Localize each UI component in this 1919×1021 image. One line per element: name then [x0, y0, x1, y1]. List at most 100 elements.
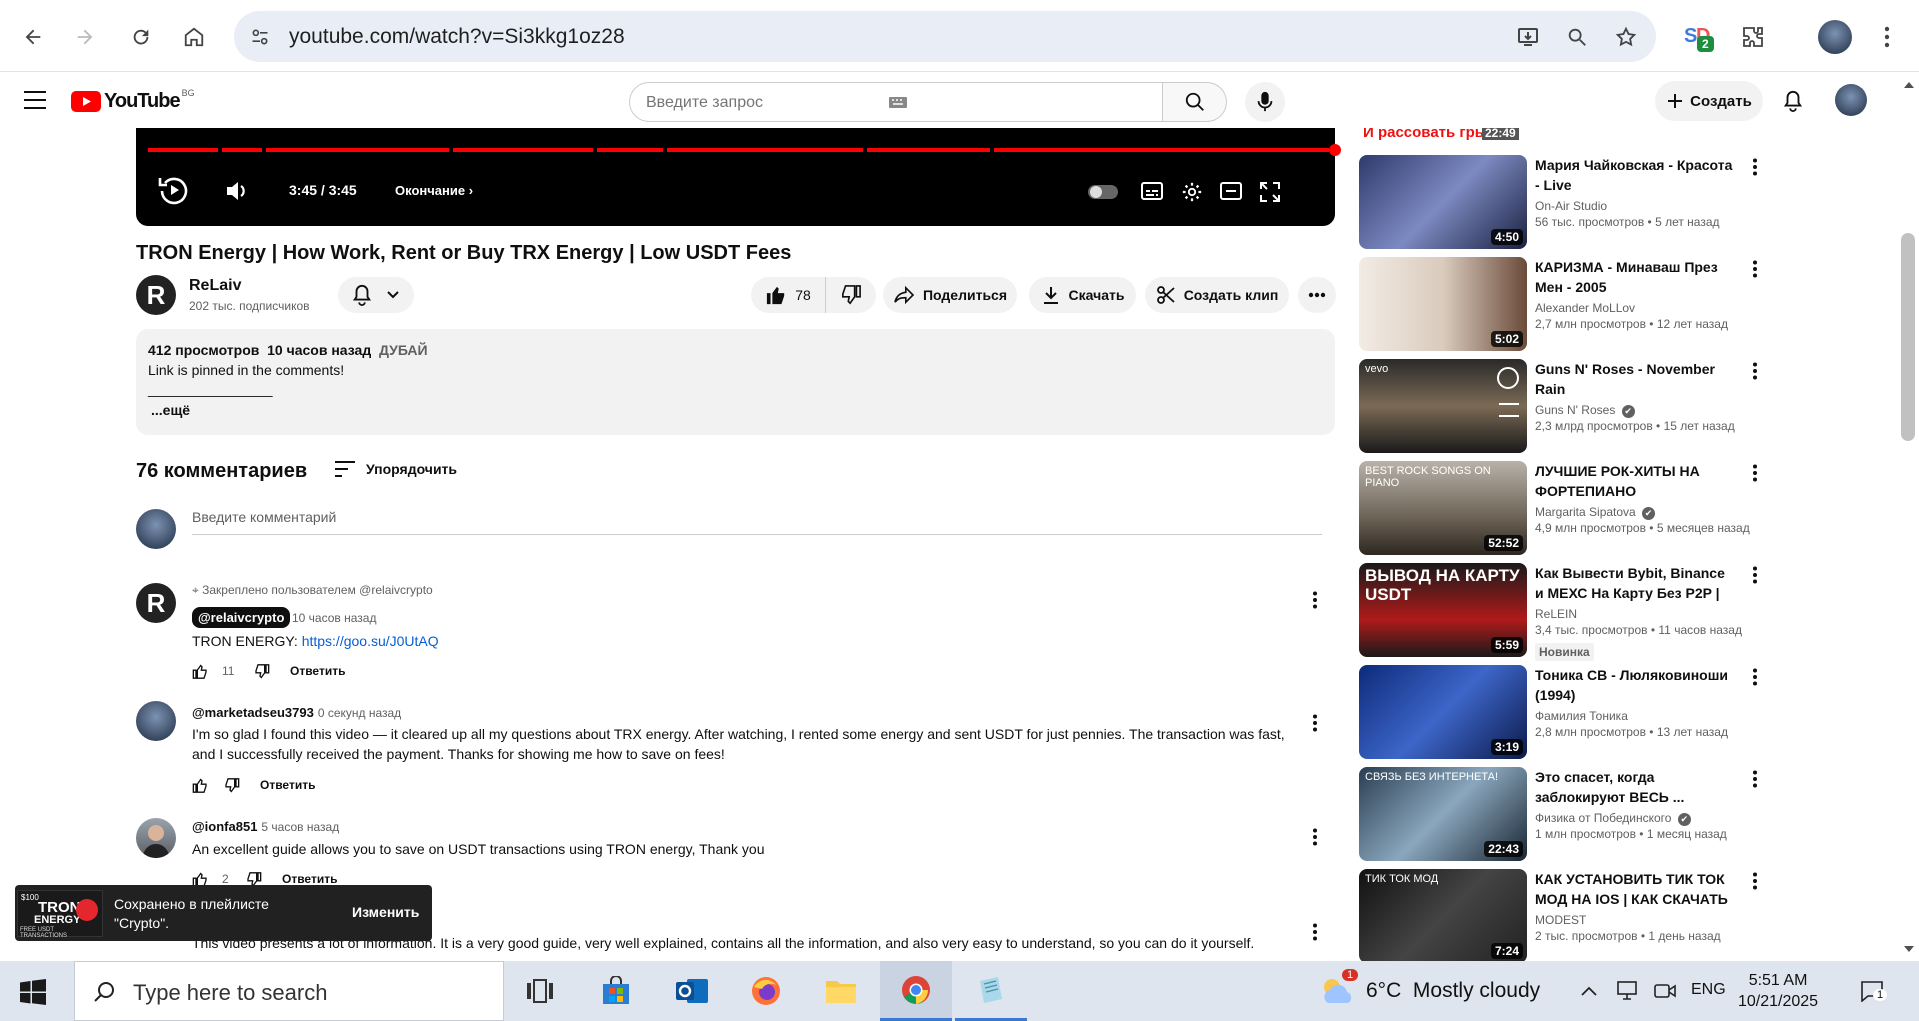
- related-video[interactable]: vevo Guns N' Roses - November Rain Guns N'…: [1359, 359, 1779, 459]
- comment-time[interactable]: 0 секунд назад: [318, 706, 401, 720]
- partial-thumbnail-top[interactable]: И рассовать грыжи 22:49: [1359, 128, 1527, 144]
- video-menu-icon[interactable]: [1743, 155, 1767, 179]
- extension-sd-icon[interactable]: SD 2: [1681, 20, 1715, 54]
- subscription-bell-button[interactable]: [338, 277, 414, 313]
- related-video-channel[interactable]: Фамилия Тоника: [1535, 709, 1628, 723]
- related-video-title[interactable]: Тоника СВ - Люляковиноши (1994): [1535, 665, 1735, 705]
- related-video-channel[interactable]: Guns N' Roses ✔: [1535, 403, 1635, 418]
- hamburger-menu-icon[interactable]: [22, 88, 48, 112]
- video-thumbnail[interactable]: 5:02: [1359, 257, 1527, 351]
- video-thumbnail[interactable]: vevo: [1359, 359, 1527, 453]
- related-video-channel[interactable]: On-Air Studio: [1535, 199, 1607, 213]
- comment-input[interactable]: Введите комментарий: [192, 509, 1322, 535]
- comment-author[interactable]: @marketadseu3793: [192, 705, 314, 720]
- related-video-title[interactable]: Мария Чайковская - Красота - Live: [1535, 155, 1735, 195]
- fullscreen-icon[interactable]: [1257, 179, 1283, 205]
- related-video[interactable]: ТИК ТОК МОД 7:24 КАК УСТАНОВИТЬ ТИК ТОК МО…: [1359, 869, 1779, 969]
- outlook-icon[interactable]: [656, 961, 728, 1021]
- voice-search-button[interactable]: [1245, 82, 1285, 122]
- microsoft-store-icon[interactable]: [580, 961, 652, 1021]
- comment-author[interactable]: @relaivcrypto: [192, 607, 291, 628]
- watch-later-icon[interactable]: [1497, 367, 1519, 389]
- replay-button[interactable]: [156, 172, 192, 208]
- comment-avatar[interactable]: [136, 818, 176, 858]
- volume-button[interactable]: [224, 178, 250, 204]
- home-button[interactable]: [175, 18, 213, 56]
- related-video[interactable]: СВЯЗЬ БЕЗ ИНТЕРНЕТА! 22:43 Это спасет, ког…: [1359, 767, 1779, 867]
- related-video-title[interactable]: Как Вывести Bybit, Binance и МЕХС На Кар…: [1535, 563, 1735, 603]
- related-video[interactable]: ВЫВОД НА КАРТУ USDT 5:59 Как Вывести Bybit…: [1359, 563, 1779, 663]
- reload-button[interactable]: [122, 18, 160, 56]
- share-button[interactable]: Поделиться: [883, 277, 1017, 313]
- windows-start-icon[interactable]: [18, 977, 48, 1007]
- extensions-puzzle-icon[interactable]: [1736, 20, 1770, 54]
- progress-scrubber[interactable]: [1329, 144, 1341, 156]
- related-video-channel[interactable]: ReLEIN: [1535, 607, 1577, 621]
- browser-menu-icon[interactable]: [1870, 20, 1904, 54]
- reply-button[interactable]: Ответить: [290, 664, 345, 678]
- comment-avatar[interactable]: R: [136, 583, 176, 623]
- page-scrollbar[interactable]: [1898, 72, 1919, 962]
- video-menu-icon[interactable]: [1743, 563, 1767, 587]
- create-button[interactable]: Создать: [1655, 81, 1763, 121]
- site-info-icon[interactable]: [246, 23, 274, 51]
- comment-menu-icon[interactable]: [1303, 711, 1327, 735]
- comment-menu-icon[interactable]: [1303, 588, 1327, 612]
- related-video-title[interactable]: Guns N' Roses - November Rain: [1535, 359, 1735, 399]
- related-video-channel[interactable]: Физика от Побединского ✔: [1535, 811, 1691, 826]
- video-thumbnail[interactable]: СВЯЗЬ БЕЗ ИНТЕРНЕТА! 22:43: [1359, 767, 1527, 861]
- thumbs-down-icon[interactable]: [254, 663, 270, 679]
- search-input[interactable]: Введите запрос: [629, 82, 1163, 122]
- video-thumbnail[interactable]: 4:50: [1359, 155, 1527, 249]
- comment-author[interactable]: @ionfa851: [192, 819, 257, 834]
- youtube-logo[interactable]: YouTube BG: [71, 88, 195, 113]
- subtitles-icon[interactable]: [1139, 180, 1165, 202]
- reply-button[interactable]: Ответить: [260, 778, 315, 792]
- like-button[interactable]: 78: [752, 277, 826, 313]
- related-video-title[interactable]: КАРИЗМА - Минаваш През Мен - 2005: [1535, 257, 1735, 297]
- keyboard-icon[interactable]: [646, 94, 1150, 110]
- thumbs-down-icon[interactable]: [224, 777, 240, 793]
- video-menu-icon[interactable]: [1743, 665, 1767, 689]
- channel-name[interactable]: ReLaiv: [189, 277, 241, 295]
- theater-mode-icon[interactable]: [1218, 180, 1244, 202]
- file-explorer-icon[interactable]: [805, 961, 877, 1021]
- related-video-channel[interactable]: Alexander MoLLov: [1535, 301, 1635, 315]
- notifications-bell-icon[interactable]: [1780, 88, 1806, 114]
- account-avatar[interactable]: [1835, 84, 1867, 116]
- meet-now-icon[interactable]: [1652, 979, 1678, 1003]
- input-language[interactable]: ENG: [1691, 981, 1726, 999]
- back-button[interactable]: [14, 18, 52, 56]
- video-menu-icon[interactable]: [1743, 767, 1767, 791]
- system-clock[interactable]: 5:51 AM 10/21/2025: [1738, 970, 1818, 1012]
- related-video-title[interactable]: КАК УСТАНОВИТЬ ТИК ТОК МОД НА IOS | КАК …: [1535, 869, 1735, 909]
- comment-time[interactable]: 10 часов назад: [292, 611, 376, 625]
- download-button[interactable]: Скачать: [1029, 277, 1136, 313]
- comment-avatar[interactable]: [136, 701, 176, 741]
- video-menu-icon[interactable]: [1743, 359, 1767, 383]
- bookmark-star-icon[interactable]: [1612, 23, 1640, 51]
- add-to-queue-icon[interactable]: [1499, 403, 1519, 417]
- video-menu-icon[interactable]: [1743, 869, 1767, 893]
- edit-playlist-button[interactable]: Изменить: [352, 904, 419, 920]
- sort-comments-button[interactable]: Упорядочить: [334, 457, 457, 481]
- chapter-button[interactable]: Окончание ›: [395, 183, 473, 198]
- related-video-title[interactable]: Это спасет, когда заблокируют ВЕСЬ ...: [1535, 767, 1735, 807]
- thumbs-up-icon[interactable]: [192, 663, 208, 679]
- settings-gear-icon[interactable]: [1179, 179, 1205, 205]
- weather-widget[interactable]: 1 6°C Mostly cloudy: [1318, 969, 1540, 1007]
- notification-center-icon[interactable]: 1: [1857, 977, 1888, 1005]
- zoom-icon[interactable]: [1563, 23, 1591, 51]
- video-menu-icon[interactable]: [1743, 461, 1767, 485]
- autoplay-toggle[interactable]: [1088, 185, 1118, 199]
- create-clip-button[interactable]: Создать клип: [1145, 277, 1289, 313]
- channel-avatar[interactable]: R: [136, 275, 176, 315]
- related-video-channel[interactable]: MODEST: [1535, 913, 1586, 927]
- location-tag[interactable]: ДУБАЙ: [379, 342, 428, 358]
- comment-menu-icon[interactable]: [1303, 825, 1327, 849]
- progress-bar[interactable]: [148, 144, 1341, 156]
- description-box[interactable]: 412 просмотров 10 часов назад ДУБАЙ Link…: [136, 329, 1335, 435]
- video-player[interactable]: 3:45 / 3:45 Окончание ›: [136, 128, 1341, 226]
- scrollbar-thumb[interactable]: [1901, 233, 1915, 441]
- chevron-up-icon[interactable]: [1578, 981, 1600, 1001]
